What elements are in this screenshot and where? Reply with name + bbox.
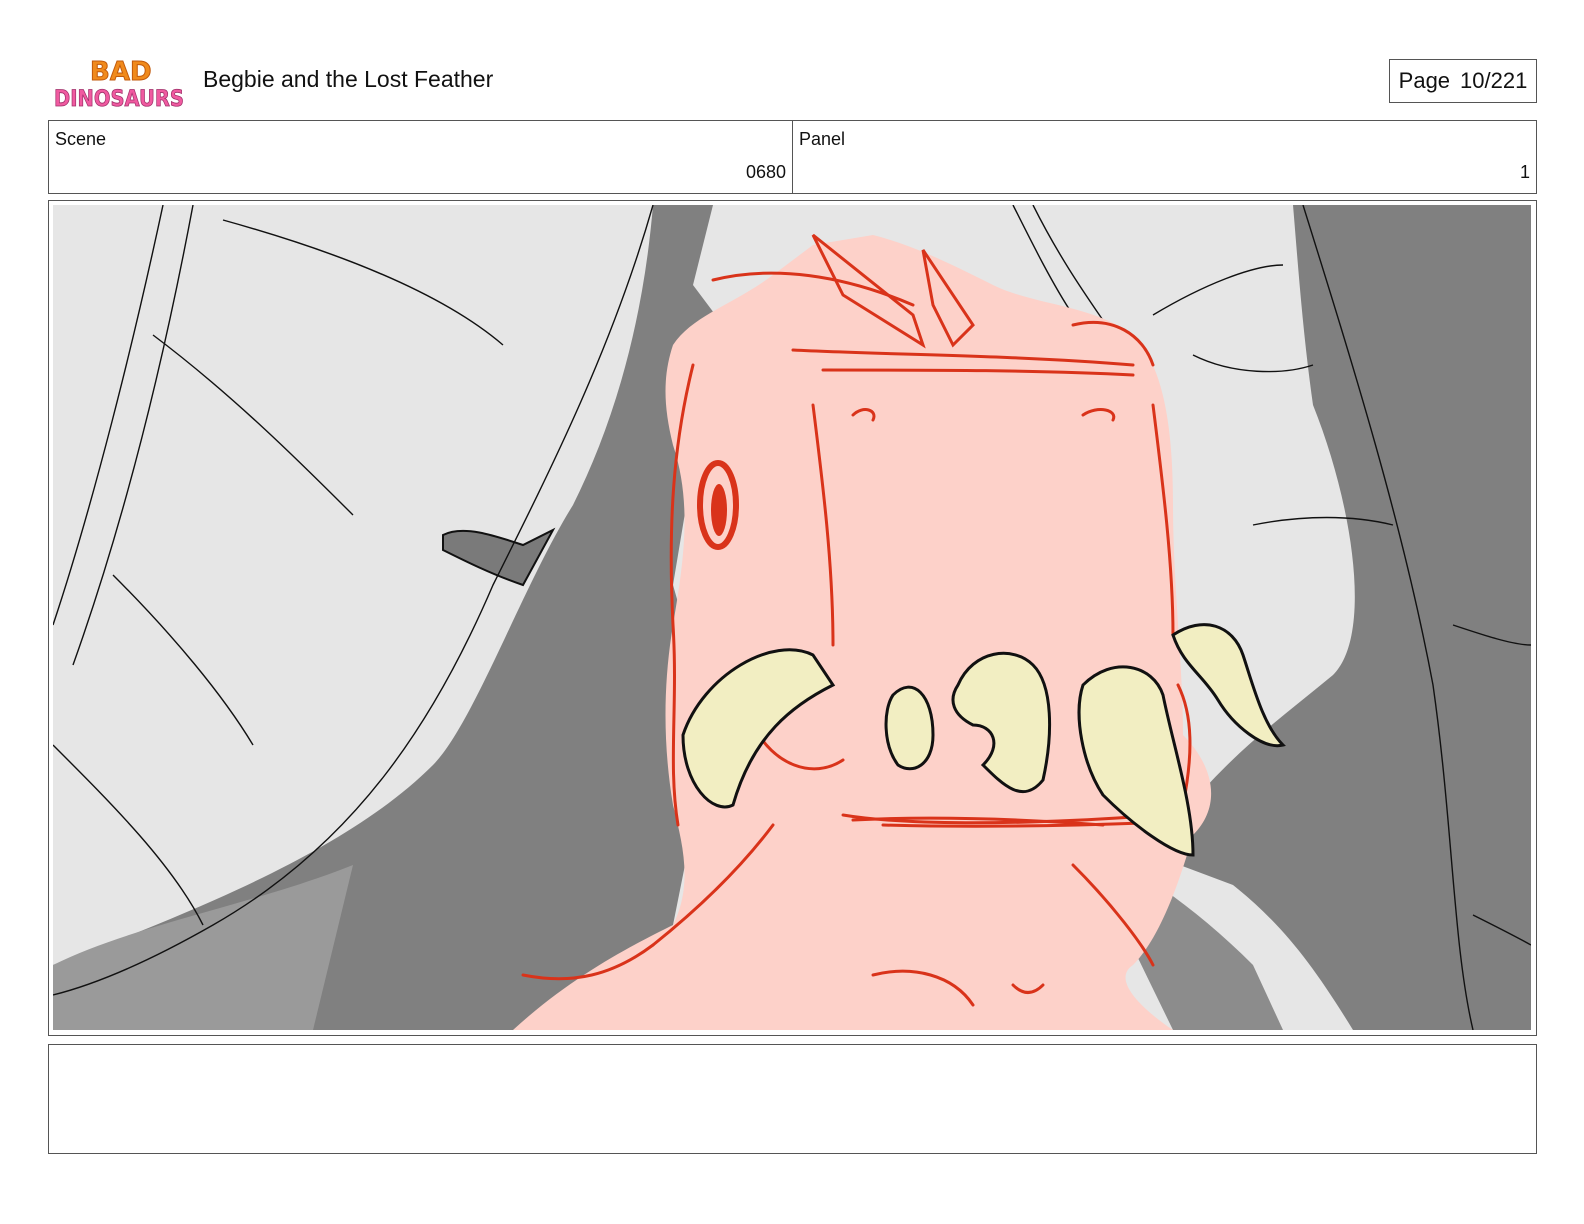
bad-dinosaurs-logo: BAD DINOSAURS xyxy=(54,54,186,113)
svg-text:DINOSAURS: DINOSAURS xyxy=(54,87,184,112)
scene-number: 0680 xyxy=(745,162,786,182)
page-label: Page xyxy=(1398,68,1451,93)
panel-label: Panel xyxy=(799,129,846,149)
document-title: Begbie and the Lost Feather xyxy=(203,66,494,92)
panel-notes-box xyxy=(48,1044,1537,1154)
svg-text:BAD: BAD xyxy=(90,57,152,87)
scene-panel-info: Scene 0680 Panel 1 xyxy=(48,120,1537,194)
dinosaur-sketch-image xyxy=(53,205,1531,1030)
scene-label: Scene xyxy=(55,129,107,149)
panel-cell: Panel 1 xyxy=(792,121,1536,193)
page-indicator: Page 10/221 xyxy=(1389,59,1537,103)
storyboard-panel xyxy=(48,200,1537,1036)
scene-cell: Scene 0680 xyxy=(49,121,792,193)
panel-artwork xyxy=(53,205,1531,1030)
page-number: 10/221 xyxy=(1460,68,1528,93)
panel-number: 1 xyxy=(1519,162,1530,182)
